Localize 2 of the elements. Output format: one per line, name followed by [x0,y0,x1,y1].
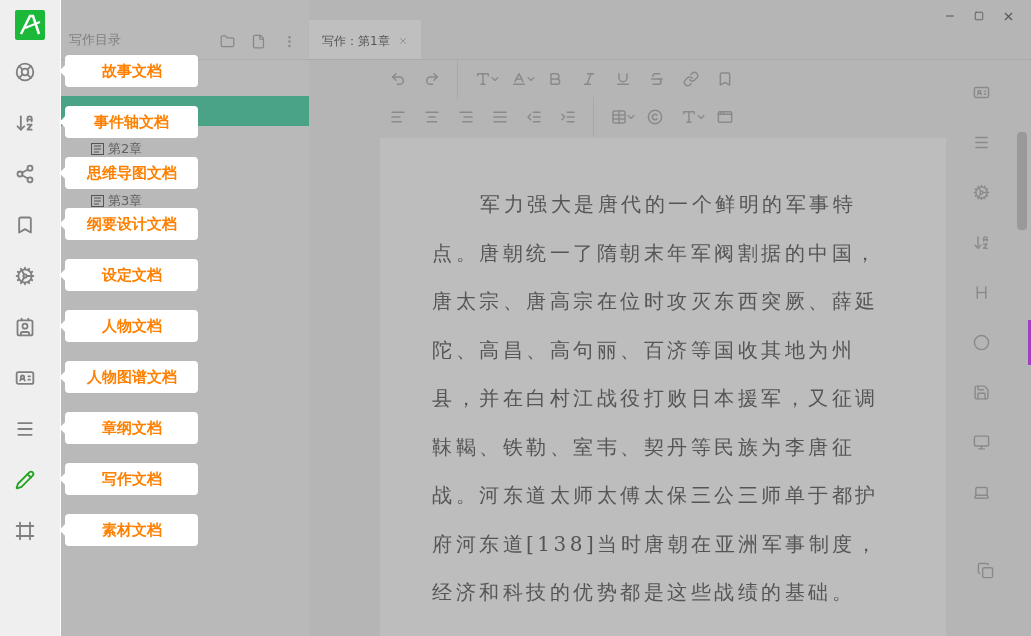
tree-label: 第2章 [108,140,143,159]
tree-label: 第3章 [108,192,143,211]
